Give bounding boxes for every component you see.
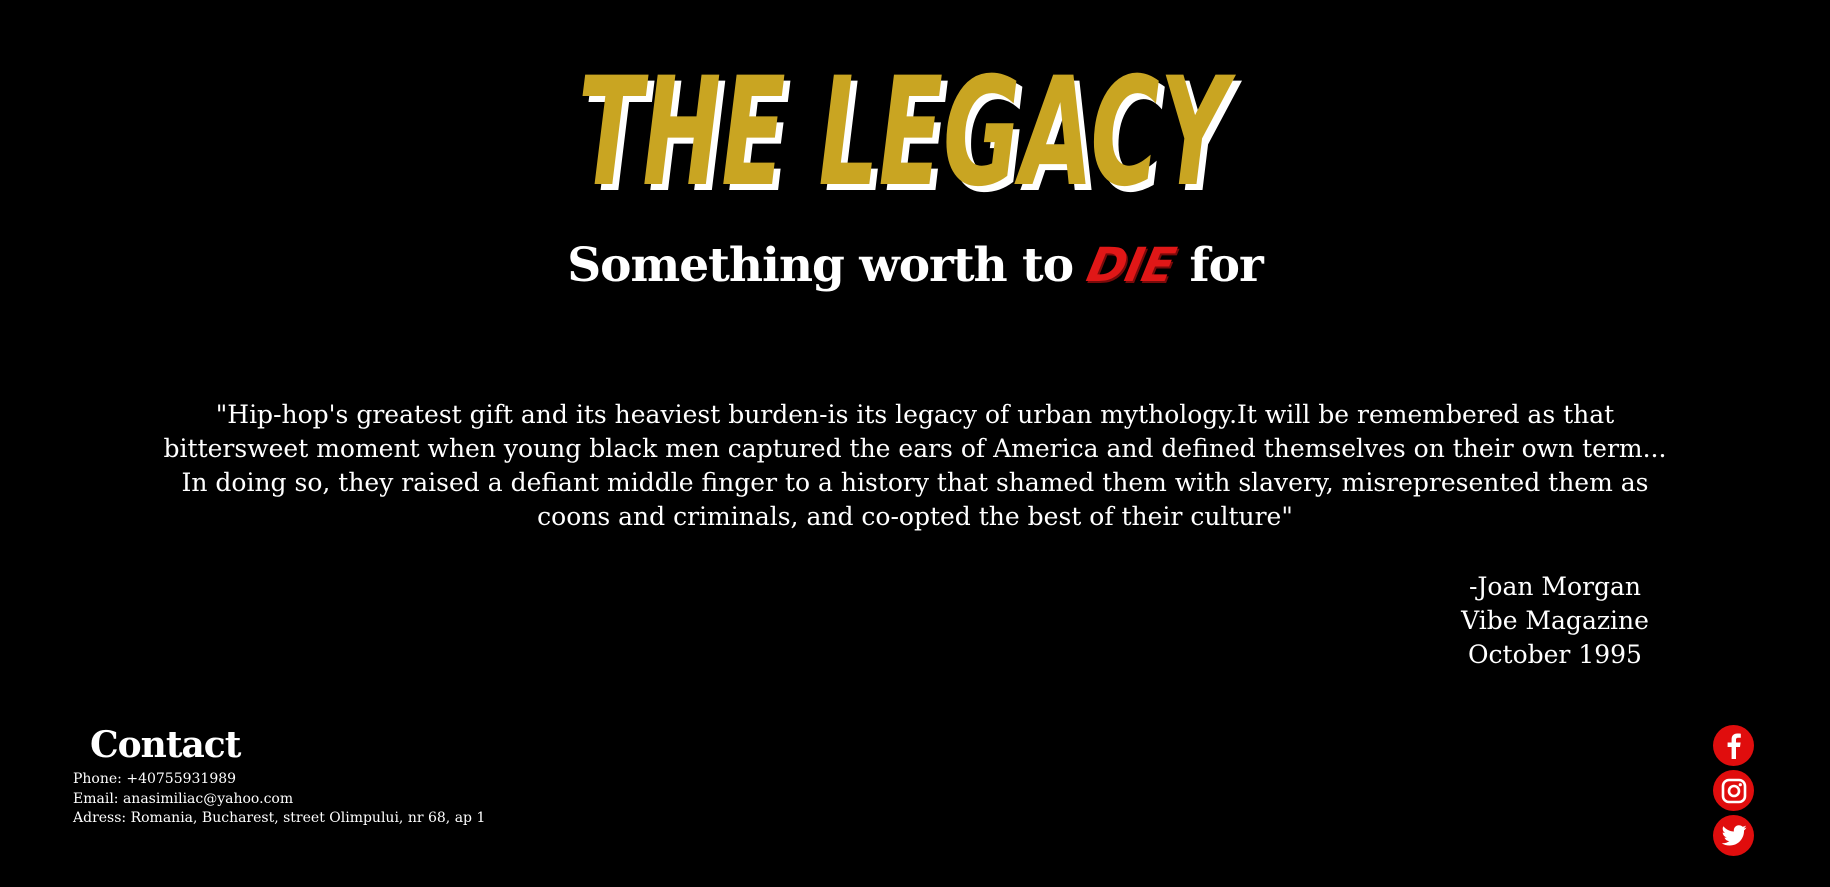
tagline-text-after: for: [1174, 238, 1263, 293]
contact-phone: Phone: +40755931989: [73, 771, 237, 787]
contact-title: Contact: [90, 724, 241, 766]
tagline-text-before: Something worth to: [567, 238, 1089, 293]
quote-text: "Hip-hop's greatest gift and its heavies…: [163, 400, 1667, 531]
contact-email: Email: anasimiliac@yahoo.com: [73, 790, 294, 807]
quote-attribution: -Joan Morgan Vibe Magazine October 1995: [1405, 570, 1705, 672]
contact-address: Adress: Romania, Bucharest, street Olimp…: [73, 810, 486, 826]
facebook-icon: [1727, 733, 1741, 759]
quote-source: Vibe Magazine: [1461, 606, 1649, 635]
facebook-button[interactable]: [1713, 725, 1754, 766]
logo: THE LEGACY THE LEGACY: [576, 48, 1246, 258]
twitter-button[interactable]: [1713, 815, 1754, 856]
tagline-highlight: DIE: [1082, 238, 1180, 293]
contact-details: Phone: +40755931989 Email: anasimiliac@y…: [73, 770, 485, 829]
quote-author: -Joan Morgan: [1468, 572, 1642, 601]
logo-text: THE LEGACY: [578, 48, 1236, 220]
social-links: [1713, 725, 1754, 860]
tagline: Something worth to DIE for: [0, 238, 1830, 293]
instagram-button[interactable]: [1713, 770, 1754, 811]
twitter-icon: [1721, 824, 1746, 845]
page: THE LEGACY THE LEGACY Something worth to…: [0, 0, 1830, 887]
quote-date: October 1995: [1468, 640, 1642, 669]
instagram-icon: [1721, 778, 1746, 803]
